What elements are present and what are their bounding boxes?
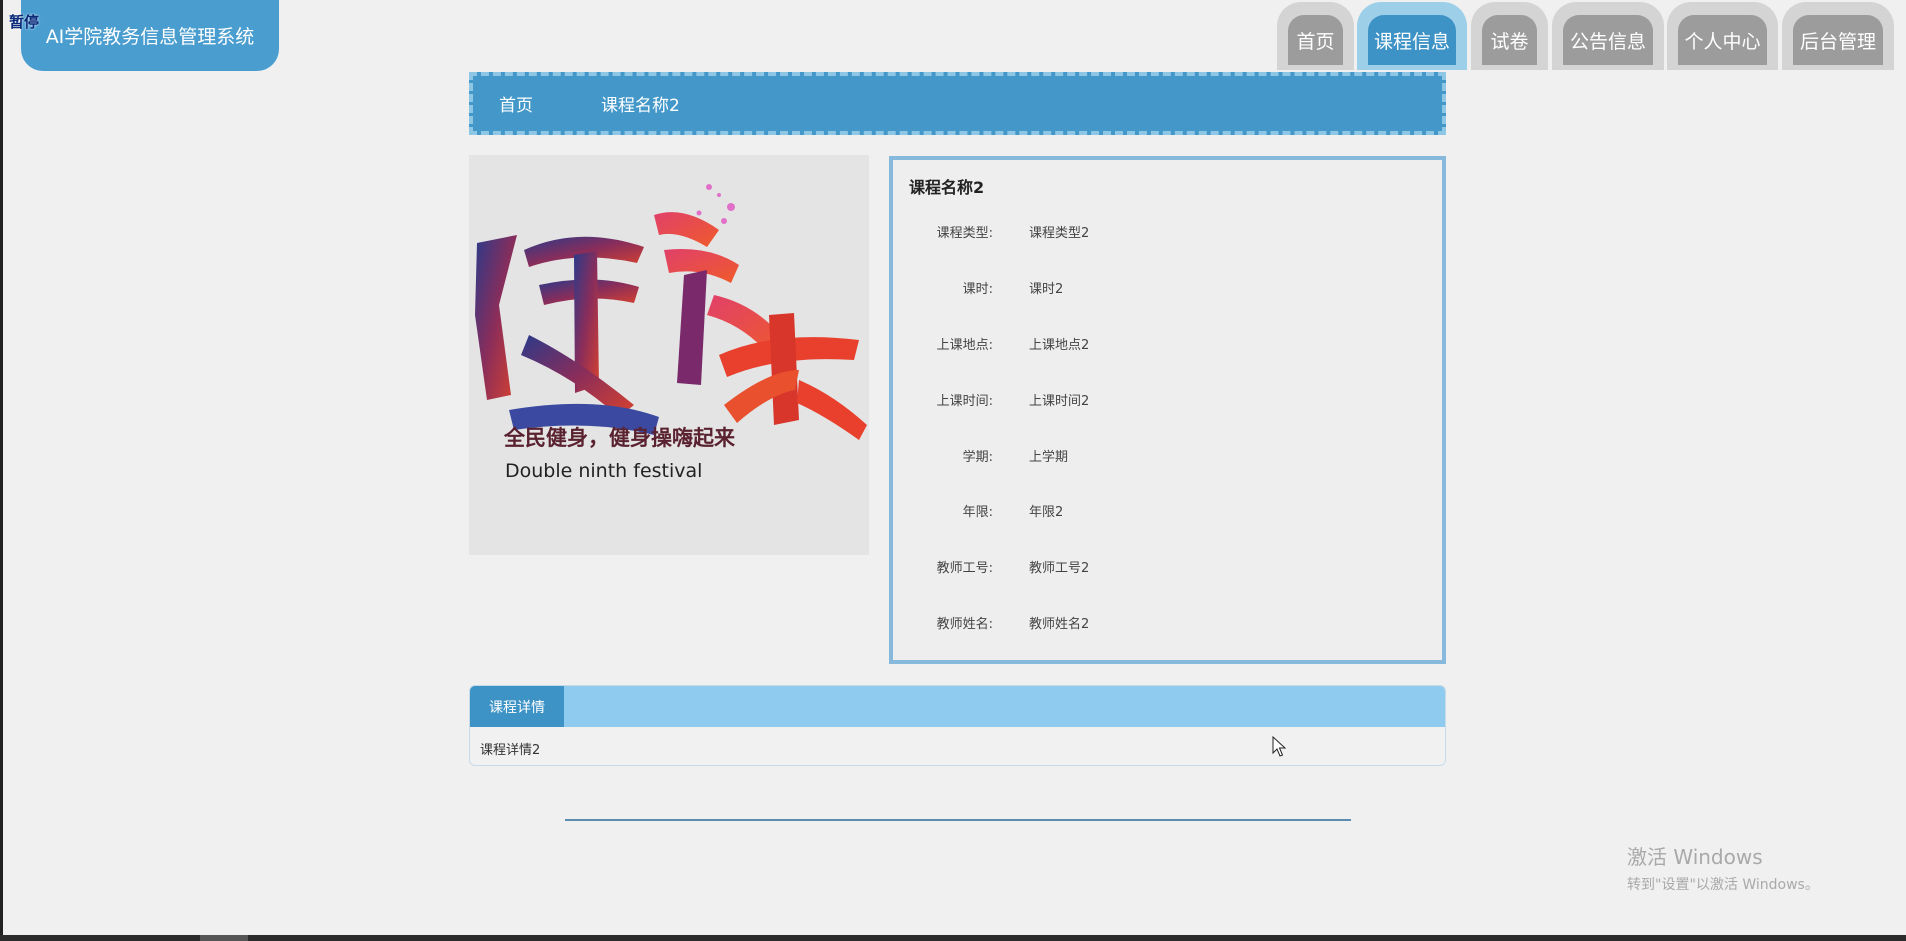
field-value: 上课时间2 bbox=[1029, 394, 1090, 409]
field-label: 课程类型: bbox=[936, 226, 993, 241]
nav-course-info-label: 课程信息 bbox=[1368, 15, 1456, 65]
taskbar bbox=[0, 935, 1906, 941]
course-details-section: 课程详情 课程详情2 bbox=[469, 685, 1446, 766]
breadcrumb: 首页 课程名称2 bbox=[469, 72, 1446, 135]
course-image: 全民健身，健身操嗨起来 Double ninth festival bbox=[469, 155, 869, 555]
poster-headline: 全民健身，健身操嗨起来 bbox=[503, 426, 736, 450]
nav-home[interactable]: 首页 bbox=[1277, 2, 1354, 70]
nav-announcements-label: 公告信息 bbox=[1563, 15, 1653, 65]
app-logo[interactable]: AI学院教务信息管理系统 bbox=[21, 0, 279, 71]
field-label: 学期: bbox=[962, 450, 993, 465]
tab-course-details[interactable]: 课程详情 bbox=[470, 686, 564, 727]
windows-activation-watermark: 激活 Windows 转到"设置"以激活 Windows。 bbox=[1627, 841, 1819, 894]
footer-divider bbox=[565, 819, 1351, 821]
field-label: 上课地点: bbox=[936, 338, 993, 353]
window-edge bbox=[0, 0, 3, 941]
nav-course-info[interactable]: 课程信息 bbox=[1357, 2, 1467, 70]
field-label: 上课时间: bbox=[936, 394, 993, 409]
watermark-subtitle: 转到"设置"以激活 Windows。 bbox=[1627, 877, 1819, 893]
mouse-cursor-icon bbox=[1272, 736, 1286, 757]
nav-exam-papers-label: 试卷 bbox=[1482, 15, 1537, 65]
details-tab-bar: 课程详情 bbox=[470, 686, 1445, 727]
field-label: 课时: bbox=[962, 282, 993, 297]
nav-announcements[interactable]: 公告信息 bbox=[1552, 2, 1664, 70]
watermark-title: 激活 Windows bbox=[1627, 845, 1763, 869]
fitness-poster-graphic: 全民健身，健身操嗨起来 Double ninth festival bbox=[469, 155, 869, 555]
field-value: 上课地点2 bbox=[1029, 338, 1090, 353]
poster-subtitle: Double ninth festival bbox=[505, 460, 702, 482]
page: AI学院教务信息管理系统 暂停 首页 课程信息 试卷 公告信息 个人中心 后台管… bbox=[0, 0, 1906, 941]
nav-personal-center[interactable]: 个人中心 bbox=[1667, 2, 1778, 70]
course-info-panel: 课程名称2 课程类型: 课程类型2 课时: 课时2 上课地点: 上课地点2 上课… bbox=[889, 156, 1446, 664]
breadcrumb-current: 课程名称2 bbox=[601, 96, 680, 116]
taskbar-item[interactable] bbox=[200, 935, 248, 941]
field-label: 教师工号: bbox=[936, 561, 993, 576]
course-name-title: 课程名称2 bbox=[909, 178, 985, 197]
field-value: 上学期 bbox=[1029, 450, 1069, 465]
nav-home-label: 首页 bbox=[1288, 15, 1343, 65]
nav-personal-center-label: 个人中心 bbox=[1678, 15, 1767, 65]
nav-exam-papers[interactable]: 试卷 bbox=[1471, 2, 1548, 70]
course-details-content: 课程详情2 bbox=[480, 743, 541, 758]
app-title: AI学院教务信息管理系统 bbox=[45, 26, 255, 48]
field-value: 课程类型2 bbox=[1029, 226, 1090, 241]
field-value: 教师工号2 bbox=[1029, 561, 1090, 576]
field-value: 年限2 bbox=[1029, 505, 1064, 520]
breadcrumb-home-link[interactable]: 首页 bbox=[499, 91, 533, 116]
field-label: 教师姓名: bbox=[936, 617, 993, 632]
nav-admin-label: 后台管理 bbox=[1793, 15, 1883, 65]
field-value: 课时2 bbox=[1029, 282, 1064, 297]
nav-admin[interactable]: 后台管理 bbox=[1782, 2, 1894, 70]
field-value: 教师姓名2 bbox=[1029, 617, 1090, 632]
field-label: 年限: bbox=[962, 505, 993, 520]
pause-overlay-label: 暂停 bbox=[9, 13, 40, 31]
